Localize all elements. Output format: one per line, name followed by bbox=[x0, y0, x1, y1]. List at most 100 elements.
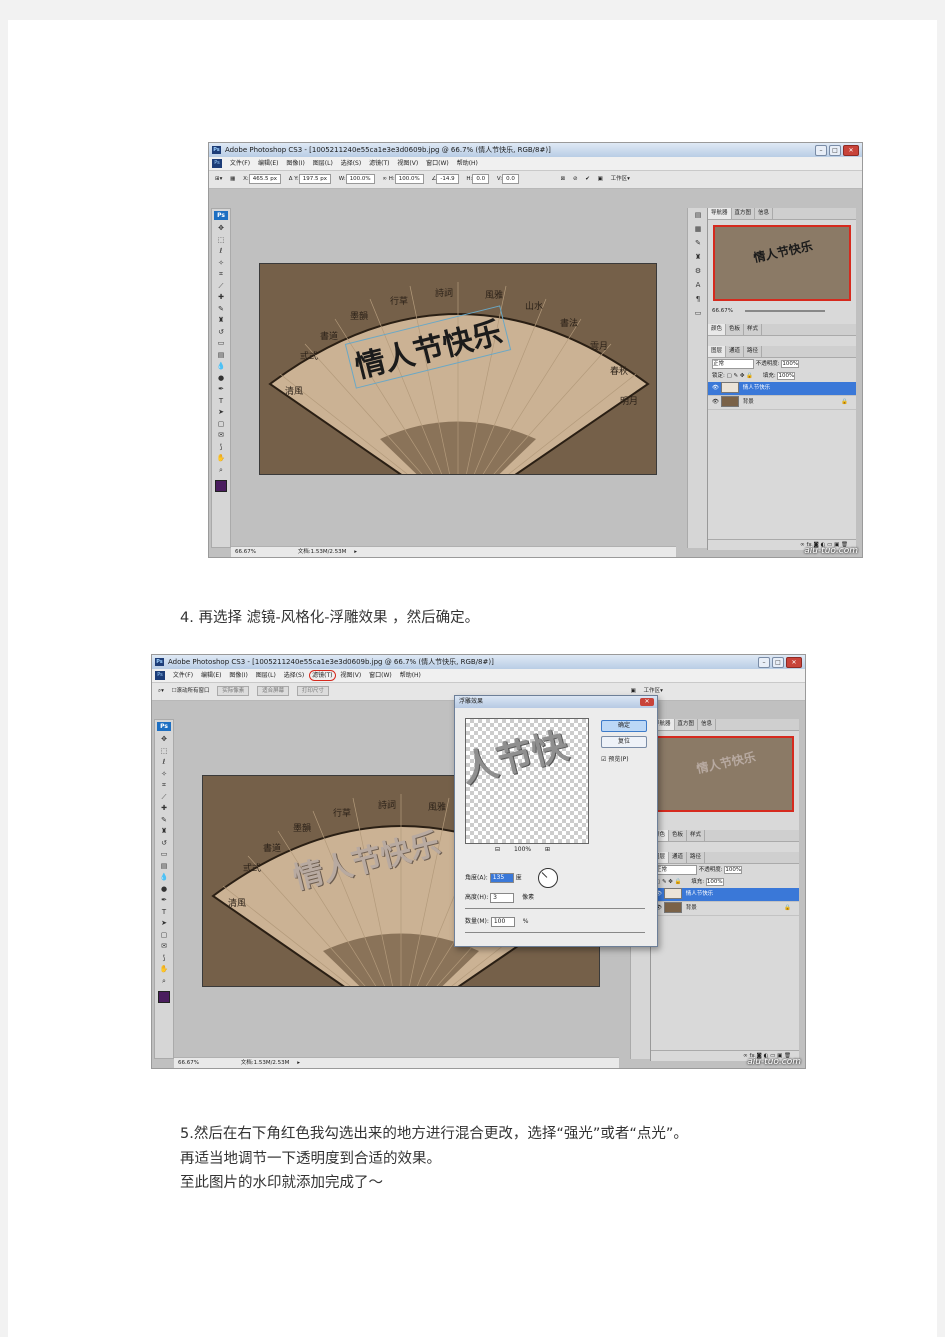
angle-dial-icon[interactable] bbox=[537, 868, 558, 888]
pen-tool-icon[interactable]: ✒ bbox=[155, 895, 173, 907]
menu-image[interactable]: 图像(I) bbox=[226, 669, 250, 682]
tab-channels[interactable]: 通道 bbox=[726, 346, 745, 357]
reset-button[interactable]: 复位 bbox=[601, 736, 647, 748]
healing-brush-icon[interactable]: ✚ bbox=[212, 292, 230, 304]
blend-mode-select[interactable]: 正常 bbox=[712, 359, 754, 369]
zoom-tool-icon[interactable]: ⌕ bbox=[212, 465, 230, 477]
path-select-icon[interactable]: ➤ bbox=[155, 918, 173, 930]
y-field[interactable]: 197.5 px bbox=[298, 173, 331, 184]
lock-icons[interactable]: ▢ ✎ ✥ 🔒 bbox=[655, 879, 682, 885]
marquee-tool-icon[interactable]: ⬚ bbox=[212, 235, 230, 247]
w-field[interactable]: 100.0% bbox=[345, 173, 375, 184]
tab-layers[interactable]: 图层 bbox=[708, 346, 727, 357]
bridge-icon[interactable]: ▣ bbox=[598, 171, 603, 188]
pen-tool-icon[interactable]: ✒ bbox=[212, 384, 230, 396]
status-arrow-icon[interactable]: ▸ bbox=[297, 1060, 300, 1066]
notes-tool-icon[interactable]: ✉ bbox=[155, 941, 173, 953]
status-zoom[interactable]: 66.67% bbox=[178, 1060, 199, 1066]
preview-checkbox[interactable]: ☑ bbox=[601, 756, 606, 763]
height-field[interactable]: 3 bbox=[490, 892, 515, 903]
notes-tool-icon[interactable]: ✉ bbox=[212, 430, 230, 442]
menu-image[interactable]: 图像(I) bbox=[283, 157, 307, 170]
crop-tool-icon[interactable]: ⌗ bbox=[212, 269, 230, 281]
navigator-preview[interactable]: 情人节快乐 bbox=[713, 225, 851, 301]
eraser-tool-icon[interactable]: ▭ bbox=[212, 338, 230, 350]
lasso-tool-icon[interactable]: ℓ bbox=[155, 757, 173, 769]
magic-wand-icon[interactable]: ✧ bbox=[155, 769, 173, 781]
link-icon[interactable]: ∞ H: bbox=[382, 171, 394, 188]
minimize-button[interactable]: – bbox=[815, 145, 827, 156]
height-slider[interactable] bbox=[465, 908, 645, 909]
menu-select[interactable]: 选择(S) bbox=[338, 157, 365, 170]
dialog-close-button[interactable]: ✕ bbox=[640, 698, 654, 706]
tab-color[interactable]: 颜色 bbox=[708, 324, 727, 335]
history-brush-icon[interactable]: ↺ bbox=[155, 838, 173, 850]
gradient-tool-icon[interactable]: ▤ bbox=[155, 861, 173, 873]
blend-mode-select[interactable]: 正常 bbox=[655, 865, 697, 875]
menu-select[interactable]: 选择(S) bbox=[281, 669, 308, 682]
clone-panel-icon[interactable]: ♜ bbox=[688, 250, 708, 264]
x-field[interactable]: 465.5 px bbox=[248, 173, 281, 184]
blur-tool-icon[interactable]: 💧 bbox=[155, 872, 173, 884]
actual-pixels-button[interactable]: 实际像素 bbox=[217, 685, 250, 696]
commit-transform-icon[interactable]: ✔ bbox=[585, 171, 590, 188]
print-size-button[interactable]: 打印尺寸 bbox=[296, 685, 329, 696]
layer-comps-icon[interactable]: ▭ bbox=[688, 306, 708, 320]
blur-tool-icon[interactable]: 💧 bbox=[212, 361, 230, 373]
menu-layer[interactable]: 图层(L) bbox=[253, 669, 279, 682]
menu-help[interactable]: 帮助(H) bbox=[454, 157, 481, 170]
panel-icon-2[interactable]: ▦ bbox=[688, 222, 708, 236]
warp-icon[interactable]: ⊠ bbox=[561, 171, 566, 188]
lock-icons[interactable]: ▢ ✎ ✥ 🔒 bbox=[727, 373, 754, 379]
gradient-tool-icon[interactable]: ▤ bbox=[212, 350, 230, 362]
tab-histogram[interactable]: 直方图 bbox=[732, 208, 756, 219]
move-tool-icon[interactable]: ✥ bbox=[155, 734, 173, 746]
status-arrow-icon[interactable]: ▸ bbox=[354, 549, 357, 555]
path-select-icon[interactable]: ➤ bbox=[212, 407, 230, 419]
layer-row-background[interactable]: 👁 背景 🔒 bbox=[708, 396, 856, 410]
hand-tool-icon[interactable]: ✋ bbox=[212, 453, 230, 465]
amount-slider[interactable] bbox=[465, 932, 645, 933]
tab-styles[interactable]: 样式 bbox=[744, 324, 763, 335]
ok-button[interactable]: 确定 bbox=[601, 720, 647, 732]
foreground-color-swatch[interactable] bbox=[158, 991, 170, 1003]
lasso-tool-icon[interactable]: ℓ bbox=[212, 246, 230, 258]
angle-field[interactable]: -14.9 bbox=[436, 173, 459, 184]
zoom-in-button[interactable]: ⊞ bbox=[545, 846, 550, 853]
brush-tool-icon[interactable]: ✎ bbox=[212, 304, 230, 316]
opacity-field[interactable]: 100% bbox=[781, 360, 800, 368]
maximize-button[interactable]: □ bbox=[772, 657, 784, 668]
navigator-preview[interactable]: 情人节快乐 bbox=[656, 736, 794, 812]
tab-swatches[interactable]: 色板 bbox=[669, 830, 688, 841]
dodge-tool-icon[interactable]: ● bbox=[155, 884, 173, 896]
close-button[interactable]: ✕ bbox=[786, 657, 802, 668]
menu-filter[interactable]: 滤镜(T) bbox=[366, 157, 392, 170]
foreground-color-swatch[interactable] bbox=[215, 480, 227, 492]
minimize-button[interactable]: – bbox=[758, 657, 770, 668]
hand-tool-icon[interactable]: ✋ bbox=[155, 964, 173, 976]
eyedropper-icon[interactable]: ⟆ bbox=[212, 442, 230, 454]
history-brush-icon[interactable]: ↺ bbox=[212, 327, 230, 339]
panel-icon-1[interactable]: ▤ bbox=[688, 208, 708, 222]
layer-row-background[interactable]: 👁 背景 🔒 bbox=[651, 902, 799, 916]
workspace-menu[interactable]: 工作区 bbox=[611, 171, 628, 188]
tab-paths[interactable]: 路径 bbox=[687, 852, 706, 863]
stamp-tool-icon[interactable]: ♜ bbox=[155, 826, 173, 838]
stamp-tool-icon[interactable]: ♜ bbox=[212, 315, 230, 327]
dodge-tool-icon[interactable]: ● bbox=[212, 373, 230, 385]
tab-styles[interactable]: 样式 bbox=[687, 830, 706, 841]
menu-window[interactable]: 窗口(W) bbox=[423, 157, 452, 170]
document-canvas[interactable]: 弎弍 書道 墨韻 行草 詩詞 風雅 山水 書法 雲月 春秋 清風 明月 情人节快乐 bbox=[259, 263, 657, 475]
fill-field[interactable]: 100% bbox=[705, 878, 724, 886]
move-tool-icon[interactable]: ✥ bbox=[212, 223, 230, 235]
tab-info[interactable]: 信息 bbox=[698, 719, 717, 730]
menu-filter-highlighted[interactable]: 滤镜(T) bbox=[309, 670, 336, 681]
healing-brush-icon[interactable]: ✚ bbox=[155, 803, 173, 815]
eraser-tool-icon[interactable]: ▭ bbox=[155, 849, 173, 861]
tab-histogram[interactable]: 直方图 bbox=[675, 719, 699, 730]
menu-edit[interactable]: 编辑(E) bbox=[255, 157, 281, 170]
shape-tool-icon[interactable]: ▢ bbox=[155, 930, 173, 942]
zoom-slider[interactable] bbox=[744, 309, 825, 312]
tab-navigator[interactable]: 导航器 bbox=[708, 208, 732, 219]
status-zoom[interactable]: 66.67% bbox=[235, 549, 256, 555]
